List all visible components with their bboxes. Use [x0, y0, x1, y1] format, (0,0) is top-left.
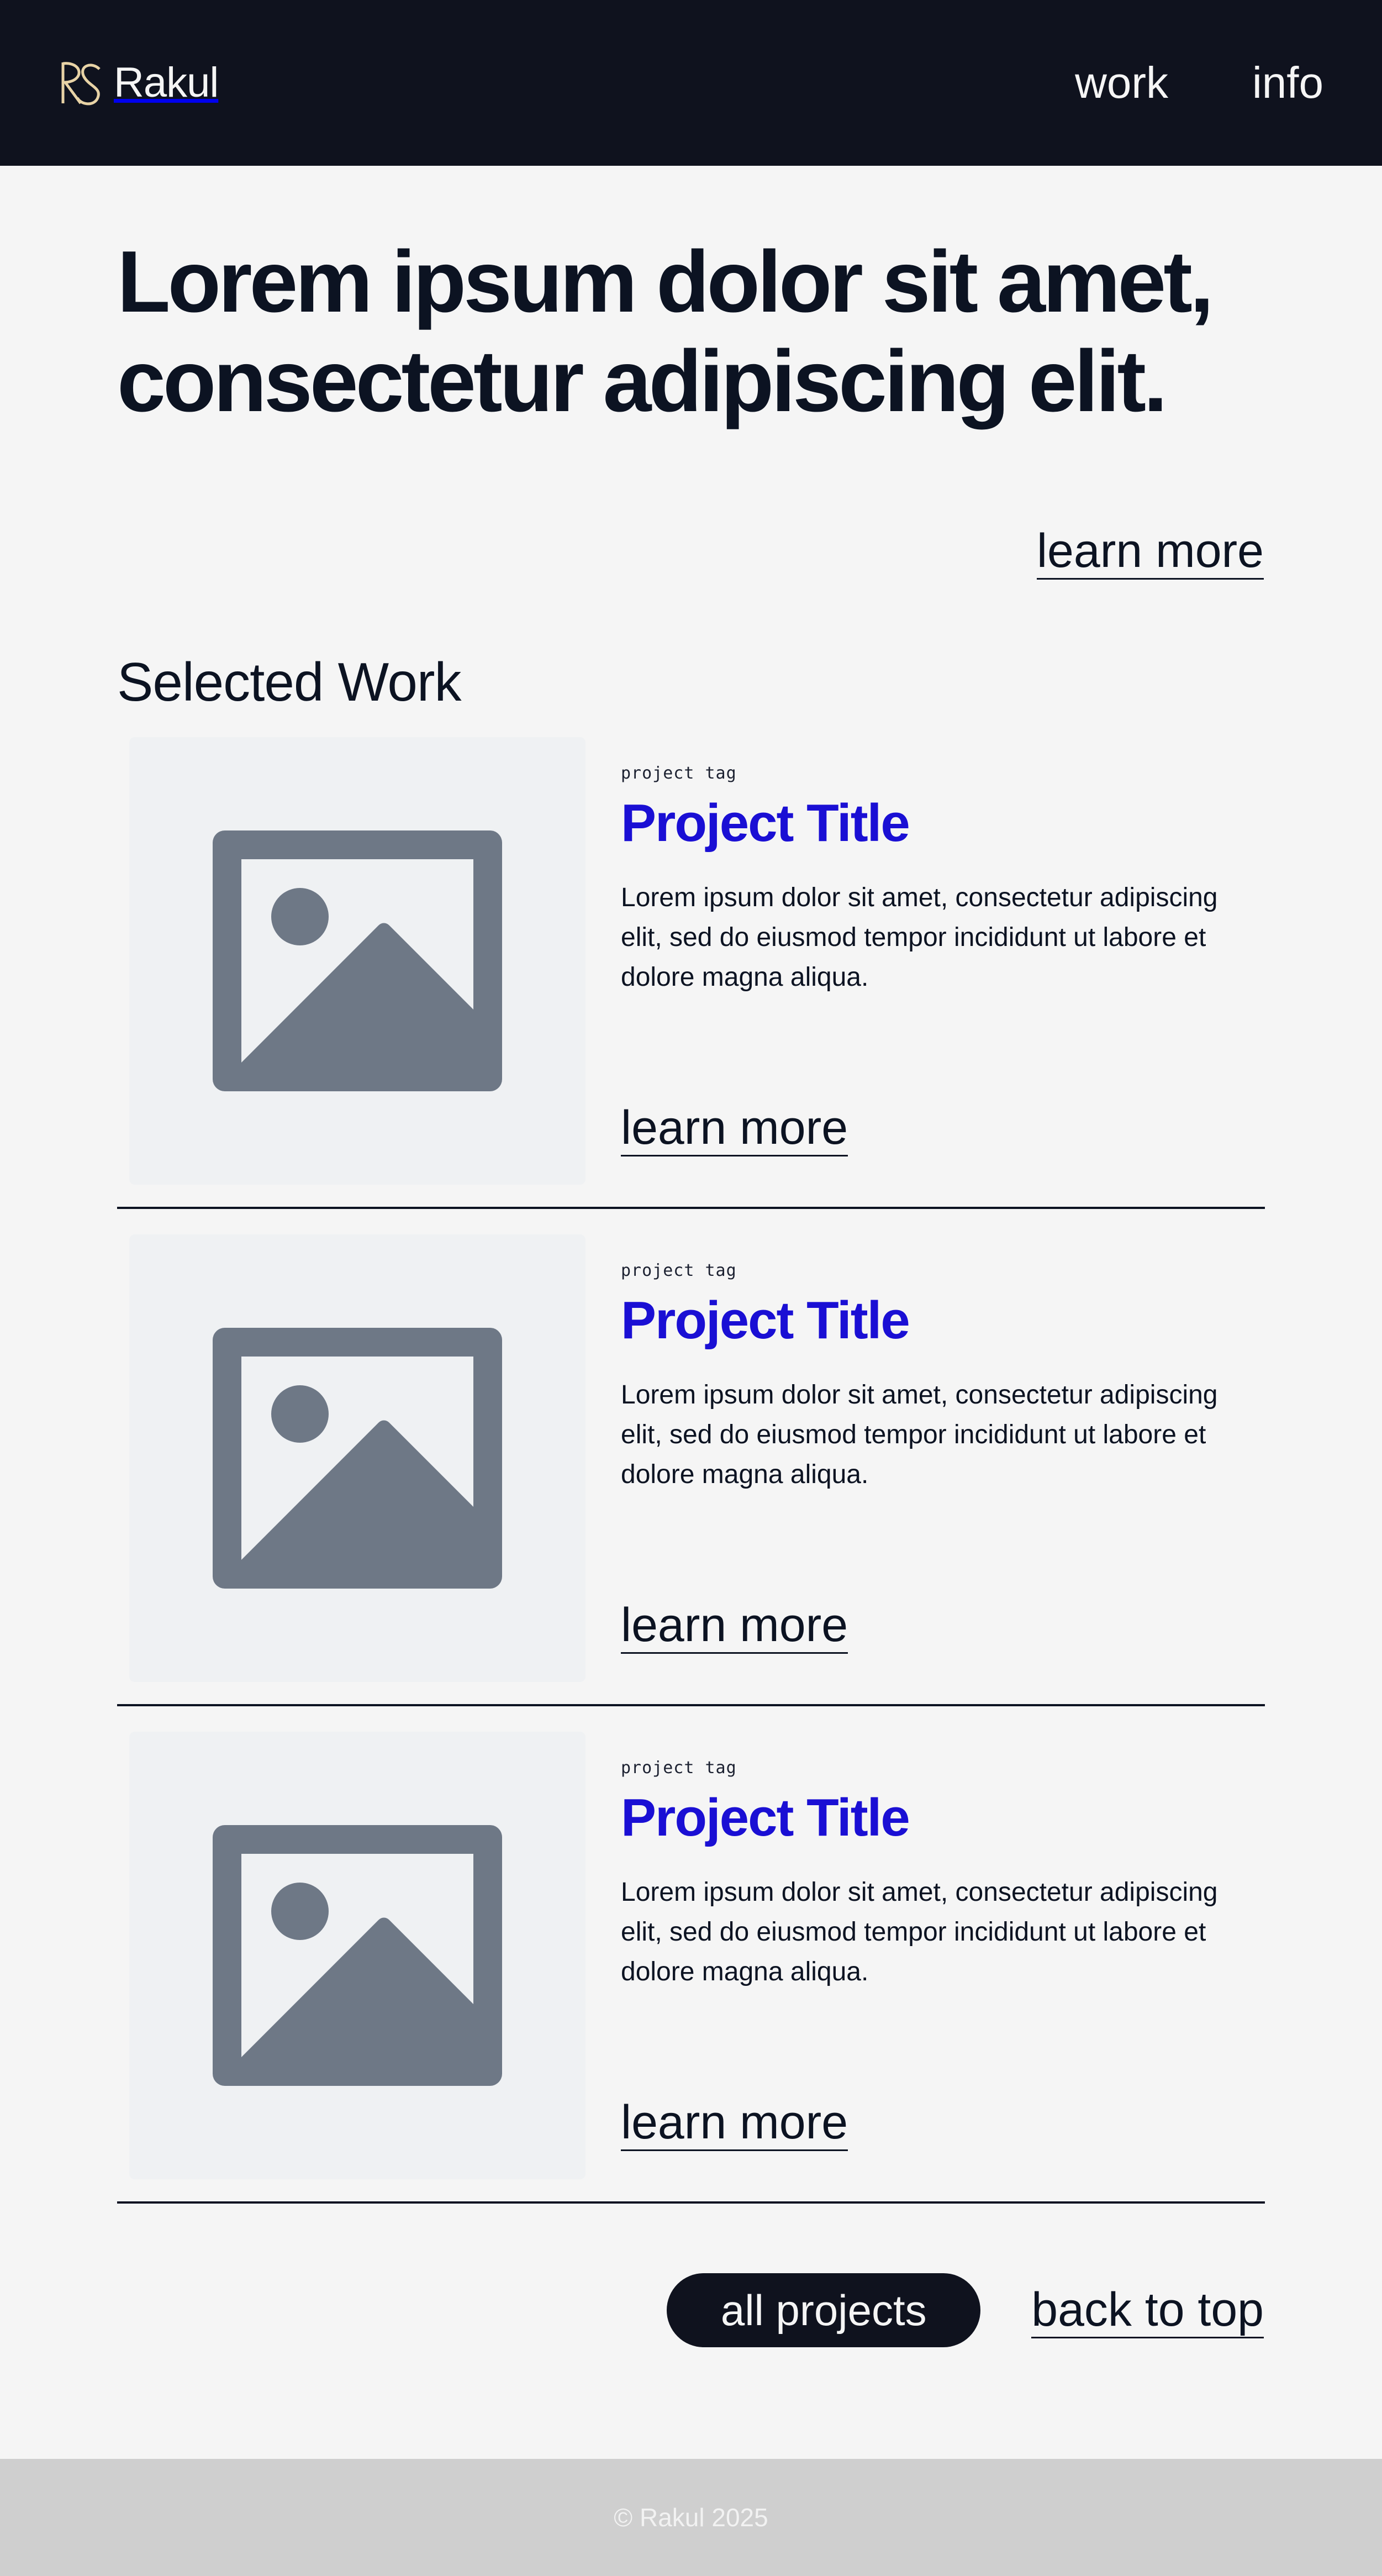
rs-monogram-icon	[57, 59, 103, 107]
project-thumbnail[interactable]	[129, 1732, 585, 2179]
brand-name: Rakul	[114, 59, 219, 106]
bottom-actions: all projects back to top	[667, 2273, 1264, 2347]
hero-title-line-1: Lorem ipsum dolor sit amet,	[117, 233, 1214, 330]
back-to-top-link[interactable]: back to top	[1031, 2283, 1264, 2338]
project-description: Lorem ipsum dolor sit amet, consectetur …	[621, 883, 1218, 992]
image-placeholder-icon	[213, 830, 502, 1091]
selected-work-heading: Selected Work	[117, 651, 461, 712]
hero-title: Lorem ipsum dolor sit amet, consectetur …	[117, 232, 1305, 431]
project-info: project tag Project Title Lorem ipsum do…	[621, 764, 1251, 997]
project-card: project tag Project Title Lorem ipsum do…	[117, 1234, 1265, 1732]
project-learn-more-link[interactable]: learn more	[621, 2095, 848, 2151]
brand-logo[interactable]: Rakul	[57, 59, 219, 107]
site-footer: © Rakul 2025	[0, 2459, 1382, 2576]
project-description: Lorem ipsum dolor sit amet, consectetur …	[621, 1380, 1218, 1489]
image-placeholder-icon	[213, 1328, 502, 1589]
hero-learn-more-link[interactable]: learn more	[1036, 524, 1264, 580]
project-info: project tag Project Title Lorem ipsum do…	[621, 1261, 1251, 1495]
project-tag: project tag	[621, 764, 737, 783]
project-title[interactable]: Project Title	[621, 1290, 1251, 1351]
project-thumbnail[interactable]	[129, 737, 585, 1185]
nav-work-link[interactable]: work	[1075, 57, 1168, 108]
nav-info-link[interactable]: info	[1252, 57, 1323, 108]
project-description: Lorem ipsum dolor sit amet, consectetur …	[621, 1878, 1218, 1986]
project-card: project tag Project Title Lorem ipsum do…	[117, 737, 1265, 1234]
project-thumbnail[interactable]	[129, 1234, 585, 1682]
project-title[interactable]: Project Title	[621, 1788, 1251, 1848]
project-learn-more-link[interactable]: learn more	[621, 1598, 848, 1654]
project-learn-more-link[interactable]: learn more	[621, 1101, 848, 1156]
project-divider	[117, 1207, 1265, 1209]
project-tag: project tag	[621, 1758, 737, 1778]
project-divider	[117, 2201, 1265, 2204]
project-title[interactable]: Project Title	[621, 793, 1251, 854]
all-projects-button[interactable]: all projects	[667, 2273, 981, 2347]
project-card: project tag Project Title Lorem ipsum do…	[117, 1732, 1265, 2229]
main-nav: work info	[1075, 57, 1323, 108]
project-divider	[117, 1704, 1265, 1706]
site-header: Rakul work info	[0, 0, 1382, 166]
project-tag: project tag	[621, 1261, 737, 1280]
project-info: project tag Project Title Lorem ipsum do…	[621, 1758, 1251, 1992]
project-list: project tag Project Title Lorem ipsum do…	[117, 737, 1265, 2229]
hero-title-line-2: consectetur adipiscing elit.	[117, 333, 1168, 430]
image-placeholder-icon	[213, 1825, 502, 2086]
hero-link-wrap: learn more	[1036, 524, 1264, 580]
copyright-text: © Rakul 2025	[614, 2503, 768, 2532]
